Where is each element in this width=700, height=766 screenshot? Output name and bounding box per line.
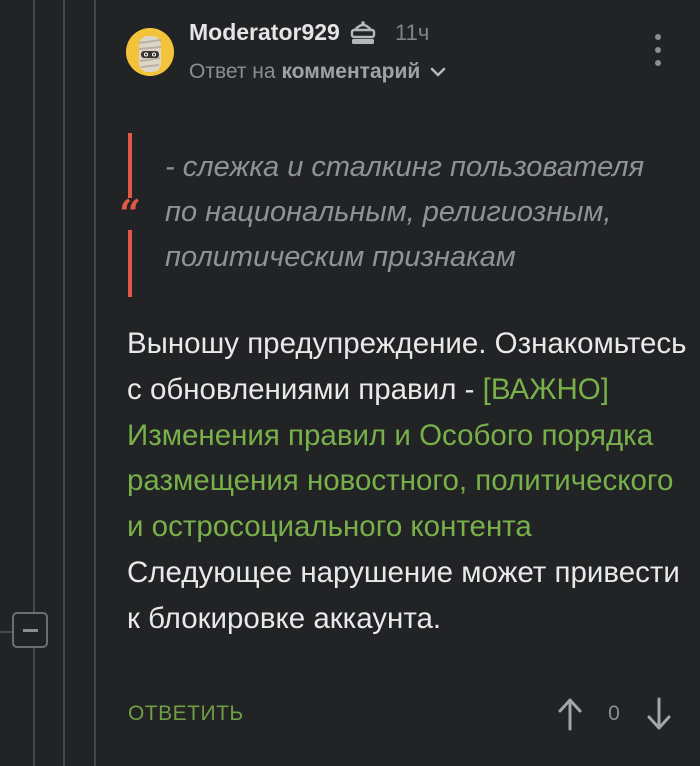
rating-counter: 0: [608, 702, 620, 725]
reply-to-line: Ответ на комментарий: [189, 58, 446, 86]
chevron-down-icon[interactable]: [430, 66, 446, 78]
more-vertical-icon: [655, 60, 661, 66]
quote-line: - слежка и сталкинг пользователя: [165, 151, 645, 183]
collapse-thread-button[interactable]: [12, 612, 48, 648]
comment-body: Выношу предупреждение. Ознакомьтесь с об…: [127, 321, 687, 642]
avatar-mummy-icon: [126, 28, 174, 76]
thread-line: [94, 0, 96, 766]
minus-icon: [23, 629, 38, 632]
thread-branch-line: [0, 631, 12, 633]
avatar[interactable]: [126, 28, 174, 76]
quote-bar: [128, 230, 132, 297]
comment-body-warning: Следующее нарушение может привести к бло…: [127, 555, 680, 635]
quote-block: - слежка и сталкинг пользователя по наци…: [165, 145, 685, 280]
moderator-hat-icon: [350, 21, 376, 44]
arrow-down-icon[interactable]: [645, 697, 673, 731]
comment-author[interactable]: Moderator929: [189, 18, 340, 46]
comment-time: 11ч: [395, 20, 430, 45]
quote-icon: “: [119, 191, 141, 236]
thread-line: [33, 0, 35, 766]
reply-to-prefix: Ответ на: [189, 60, 276, 83]
parent-comment-link[interactable]: комментарий: [281, 60, 420, 83]
quote-bar: [128, 133, 132, 198]
arrow-up-icon[interactable]: [556, 697, 584, 731]
quote-line: по национальным, религиозным,: [165, 196, 612, 228]
more-vertical-icon: [655, 34, 661, 40]
more-options-button[interactable]: [648, 30, 668, 70]
comment-page: Moderator929 11ч Ответ на комментарий “ …: [0, 0, 700, 766]
thread-line: [63, 0, 65, 766]
quote-line: политическим признакам: [165, 241, 516, 273]
reply-button[interactable]: ОТВЕТИТЬ: [128, 700, 244, 728]
more-vertical-icon: [655, 47, 661, 53]
